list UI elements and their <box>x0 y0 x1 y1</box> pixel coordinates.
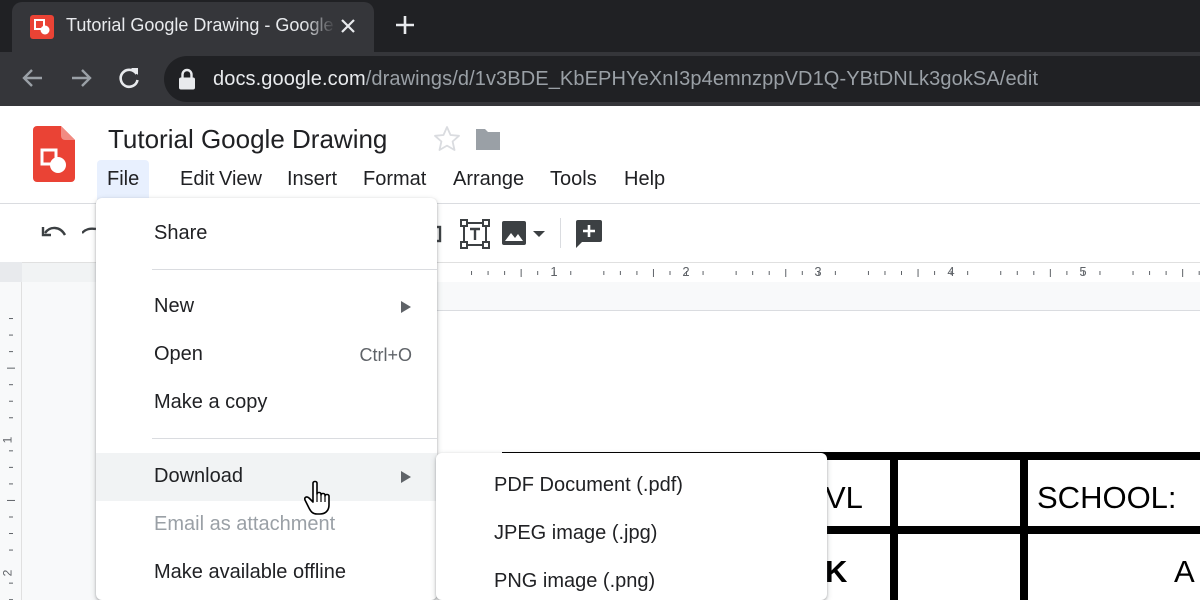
ruler-number: 2 <box>0 569 15 577</box>
ruler-number: 4 <box>947 264 955 279</box>
url-text[interactable]: docs.google.com/drawings/d/1v3BDE_KbEPHY… <box>213 68 1038 91</box>
browser-tab[interactable]: Tutorial Google Drawing - Google Drawing… <box>12 2 374 52</box>
file-menu-dropdown: Share New Open Ctrl+O Make a copy Downlo… <box>96 198 437 600</box>
submenu-arrow-icon <box>401 471 411 483</box>
menu-item-label: PDF Document (.pdf) <box>494 474 683 496</box>
menu-shortcut: Ctrl+O <box>359 345 412 365</box>
table-cell-text: K <box>825 554 848 589</box>
url-host: docs.google.com <box>213 68 366 90</box>
app-header: Tutorial Google Drawing File Edit View I… <box>0 106 1200 204</box>
download-png[interactable]: PNG image (.png) <box>436 559 827 600</box>
menu-file[interactable]: File <box>97 160 150 200</box>
redo-icon[interactable] <box>82 222 96 246</box>
browser-toolbar: docs.google.com/drawings/d/1v3BDE_KbEPHY… <box>0 52 1200 106</box>
ruler-number: 3 <box>814 264 822 279</box>
ruler-corner <box>0 262 22 282</box>
hand-cursor-icon <box>304 480 330 515</box>
ruler-number: 5 <box>1079 264 1087 279</box>
close-tab-icon[interactable] <box>336 14 360 38</box>
ruler-page-area: 1 2 3 4 5 <box>436 263 1200 283</box>
folder-icon[interactable] <box>474 126 502 152</box>
ruler-number: 2 <box>682 264 690 279</box>
forward-arrow-icon[interactable] <box>68 65 94 91</box>
toolbar-divider <box>560 218 561 248</box>
menu-separator <box>152 438 437 439</box>
menu-item-label: Open <box>154 343 203 365</box>
download-submenu: PDF Document (.pdf) JPEG image (.jpg) PN… <box>436 453 827 600</box>
vertical-ruler[interactable]: 1 2 <box>0 282 22 600</box>
menu-view[interactable]: View <box>209 160 272 200</box>
menu-format[interactable]: Format <box>353 160 436 200</box>
document-title[interactable]: Tutorial Google Drawing <box>108 124 387 155</box>
new-tab-icon[interactable] <box>392 12 418 38</box>
menu-tools[interactable]: Tools <box>540 160 607 200</box>
menu-item-label: Email as attachment <box>154 513 336 535</box>
lock-icon[interactable] <box>178 68 196 90</box>
menu-insert[interactable]: Insert <box>277 160 347 200</box>
reload-icon[interactable] <box>116 65 142 91</box>
table-cell-text: VL <box>825 480 863 515</box>
menu-arrange[interactable]: Arrange <box>443 160 534 200</box>
menu-item-label: PNG image (.png) <box>494 570 656 592</box>
menu-item-download[interactable]: Download <box>96 453 437 501</box>
download-jpg[interactable]: JPEG image (.jpg) <box>436 511 827 559</box>
menu-item-email-attachment[interactable]: Email as attachment <box>96 501 437 549</box>
menu-item-label: Share <box>154 222 208 244</box>
google-drawings-icon <box>30 15 54 39</box>
table-cell-text: A <box>1174 554 1195 589</box>
menu-item-label: Make a copy <box>154 391 268 413</box>
menu-item-label: JPEG image (.jpg) <box>494 522 658 544</box>
browser-tabstrip: Tutorial Google Drawing - Google Drawing… <box>0 0 1200 52</box>
text-box-icon[interactable] <box>460 219 490 249</box>
star-icon[interactable] <box>432 124 462 154</box>
menu-item-new[interactable]: New <box>96 283 437 331</box>
menu-item-label: Make available offline <box>154 561 346 583</box>
google-drawings-logo[interactable] <box>33 126 75 182</box>
menu-separator <box>152 269 437 270</box>
tab-title: Tutorial Google Drawing - Google Drawing… <box>66 15 336 35</box>
image-icon[interactable] <box>502 221 526 245</box>
undo-icon[interactable] <box>40 222 68 246</box>
table-cell-text: SCHOOL: <box>1037 480 1177 515</box>
submenu-arrow-icon <box>401 301 411 313</box>
url-path: /drawings/d/1v3BDE_KbEPHYeXnI3p4emnzppVD… <box>365 68 1039 90</box>
menu-item-make-offline[interactable]: Make available offline <box>96 549 437 597</box>
add-comment-icon[interactable] <box>576 220 602 248</box>
menu-item-make-copy[interactable]: Make a copy <box>96 379 437 427</box>
download-pdf[interactable]: PDF Document (.pdf) <box>436 463 827 511</box>
back-arrow-icon[interactable] <box>20 65 46 91</box>
ruler-number: 1 <box>550 264 558 279</box>
menu-item-label: New <box>154 295 195 317</box>
image-dropdown-icon[interactable] <box>532 229 546 239</box>
menu-item-open[interactable]: Open Ctrl+O <box>96 331 437 379</box>
menu-item-share[interactable]: Share <box>96 210 437 258</box>
address-bar[interactable]: docs.google.com/drawings/d/1v3BDE_KbEPHY… <box>164 56 1200 102</box>
ruler-number: 1 <box>0 436 15 444</box>
menu-item-label: Download <box>154 465 243 487</box>
menu-help[interactable]: Help <box>614 160 675 200</box>
